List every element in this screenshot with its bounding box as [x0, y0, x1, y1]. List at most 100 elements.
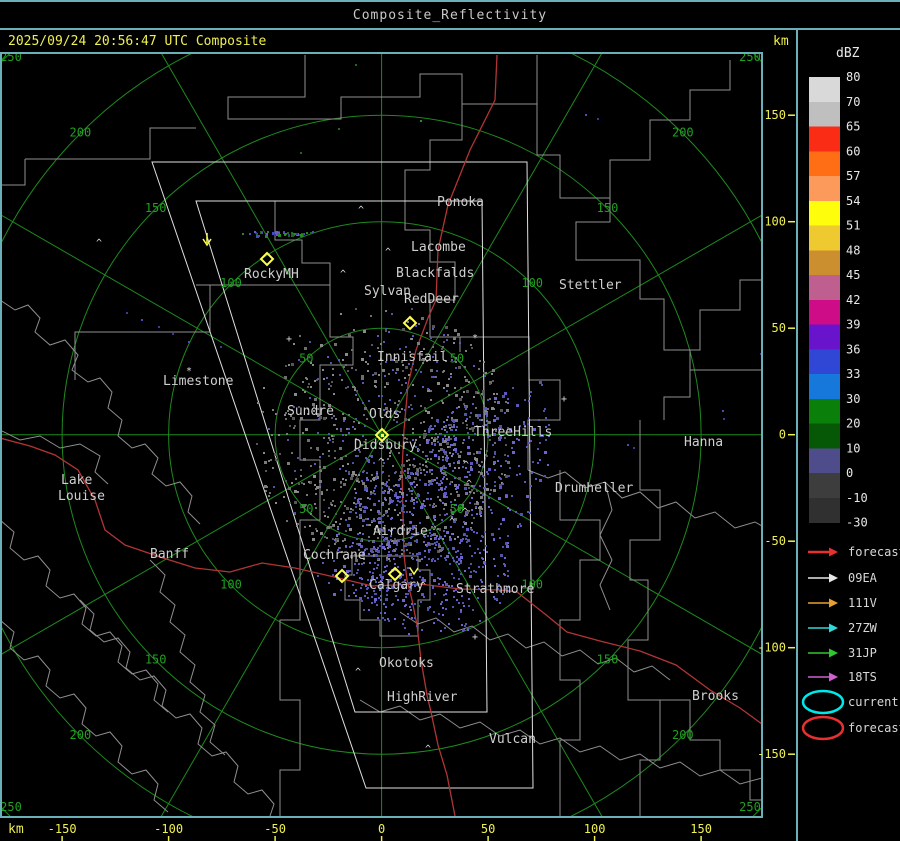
echo-pixel [451, 412, 453, 414]
colorbar-edge-label: -10 [846, 491, 868, 505]
echo-pixel [463, 403, 465, 405]
echo-pixel [504, 564, 506, 566]
colorbar-edge-label: 45 [846, 268, 860, 282]
echo-pixel [460, 553, 462, 555]
echo-pixel [450, 481, 452, 483]
echo-pixel [414, 540, 416, 542]
echo-pixel [480, 540, 482, 542]
echo-pixel [366, 490, 368, 492]
echo-pixel [355, 503, 357, 505]
echo-pixel [507, 542, 509, 544]
echo-pixel [388, 558, 390, 560]
echo-pixel [334, 505, 336, 507]
echo-pixel [479, 620, 481, 622]
echo-pixel [443, 465, 445, 467]
echo-pixel [507, 461, 510, 464]
echo-pixel [528, 417, 530, 419]
echo-pixel [387, 554, 390, 557]
coverage-sector-0 [151, 161, 534, 789]
echo-pixel [460, 609, 462, 611]
echo-pixel [432, 449, 434, 451]
echo-pixel [427, 498, 429, 500]
echo-pixel [484, 531, 486, 533]
echo-pixel [403, 550, 405, 552]
echo-pixel [530, 391, 532, 393]
echo-pixel [376, 567, 378, 569]
echo-pixel [434, 437, 436, 439]
colorbar-chip-10 [809, 448, 840, 474]
echo-pixel [454, 387, 456, 389]
echo-pixel [423, 435, 426, 438]
legend-label-31JP: 31JP [848, 646, 877, 660]
echo-pixel [474, 552, 476, 554]
city-label-sundre: Sundre [287, 404, 334, 419]
echo-pixel [478, 414, 481, 417]
echo-pixel [309, 341, 311, 343]
echo-pixel [343, 483, 346, 486]
echo-pixel [424, 474, 426, 476]
echo-pixel [319, 466, 321, 468]
echo-pixel [404, 627, 406, 629]
echo-pixel [456, 407, 458, 409]
echo-pixel [265, 235, 268, 238]
echo-pixel [385, 598, 388, 601]
echo-pixel [427, 607, 429, 609]
echo-pixel [372, 572, 374, 574]
echo-pixel [438, 583, 440, 585]
echo-pixel [431, 417, 433, 419]
city-label-louise: Louise [58, 489, 105, 504]
echo-pixel [383, 571, 385, 573]
echo-pixel [346, 428, 348, 430]
colorbar-edge-label: 54 [846, 194, 860, 208]
echo-pixel [458, 618, 460, 620]
echo-pixel [431, 560, 433, 562]
echo-pixel [406, 389, 408, 391]
echo-pixel [471, 347, 473, 349]
echo-pixel [485, 545, 487, 547]
legend-label-forecast: forecast [848, 721, 900, 735]
echo-pixel [524, 481, 526, 483]
echo-pixel [362, 435, 364, 437]
echo-pixel [296, 525, 298, 527]
echo-pixel [439, 528, 441, 530]
echo-pixel [511, 447, 513, 449]
echo-pixel [467, 446, 470, 449]
city-label-lake: Lake [61, 473, 92, 488]
echo-pixel [351, 367, 353, 369]
echo-pixel [479, 360, 481, 362]
station-marker: ^ [340, 269, 346, 280]
echo-pixel [343, 366, 345, 368]
echo-pixel [293, 427, 295, 429]
echo-pixel [444, 627, 446, 629]
echo-pixel [285, 480, 287, 482]
echo-pixel [416, 471, 418, 473]
echo-pixel [494, 442, 496, 444]
echo-pixel [294, 512, 296, 514]
echo-pixel [445, 593, 447, 595]
city-label-calgary: Calgary [369, 578, 424, 593]
y-axis-tick-label: 150 [764, 108, 786, 122]
echo-pixel [407, 321, 409, 323]
echo-pixel [500, 409, 503, 412]
echo-pixel [324, 536, 326, 538]
echo-pixel [453, 577, 455, 579]
x-axis-tick-label: 100 [584, 822, 606, 836]
echo-pixel [492, 369, 495, 372]
echo-pixel [256, 443, 258, 445]
echo-pixel [388, 475, 390, 477]
echo-pixel [409, 464, 411, 466]
echo-pixel [471, 522, 473, 524]
echo-pixel [262, 411, 264, 413]
echo-pixel [454, 499, 456, 501]
echo-pixel [291, 482, 293, 484]
echo-pixel [431, 469, 433, 471]
echo-pixel [432, 346, 434, 348]
echo-pixel [430, 538, 432, 540]
city-label-limestone: Limestone [163, 374, 234, 389]
echo-pixel [328, 507, 330, 509]
echo-pixel [469, 474, 471, 476]
echo-pixel [314, 398, 317, 401]
echo-pixel [299, 335, 301, 337]
echo-pixel [420, 506, 423, 509]
echo-pixel [478, 464, 480, 466]
